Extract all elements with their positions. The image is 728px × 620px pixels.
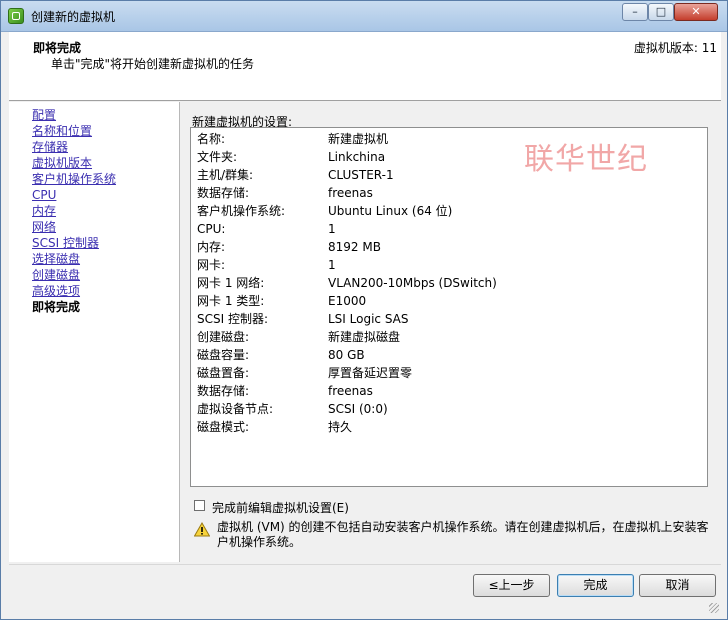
page-title: 即将完成 xyxy=(33,41,82,55)
setting-value: 新建虚拟磁盘 xyxy=(328,330,401,344)
setting-value: 8192 MB xyxy=(328,240,381,254)
setting-key: 数据存储: xyxy=(197,384,250,398)
maximize-button[interactable]: □ xyxy=(648,3,674,21)
wizard-content: 新建虚拟机的设置: 联华世纪 名称: 新建虚拟机 文件夹: Linkchina 主机… xyxy=(180,102,721,562)
nav-step-configuration[interactable]: 配置 xyxy=(32,108,56,122)
nav-step-name-location[interactable]: 名称和位置 xyxy=(32,124,92,138)
cancel-button[interactable]: 取消 xyxy=(639,574,716,597)
resize-grip-icon[interactable] xyxy=(709,603,719,613)
wizard-footer: ≤上一步 完成 取消 xyxy=(9,564,721,615)
setting-value: CLUSTER-1 xyxy=(328,168,394,182)
setting-value: 持久 xyxy=(328,420,353,434)
setting-value: Linkchina xyxy=(328,150,386,164)
setting-key: 磁盘置备: xyxy=(197,366,250,380)
setting-key: 网卡: xyxy=(197,258,226,272)
setting-value: 1 xyxy=(328,222,336,236)
setting-value: freenas xyxy=(328,186,373,200)
setting-key: 数据存储: xyxy=(197,186,250,200)
setting-key: 名称: xyxy=(197,132,226,146)
close-button[interactable]: ✕ xyxy=(674,3,718,21)
setting-value: LSI Logic SAS xyxy=(328,312,409,326)
setting-key: 磁盘模式: xyxy=(197,420,250,434)
finish-button[interactable]: 完成 xyxy=(557,574,634,597)
setting-key: 虚拟设备节点: xyxy=(197,402,274,416)
watermark-text: 联华世纪 xyxy=(524,142,648,177)
nav-step-advanced-options[interactable]: 高级选项 xyxy=(32,284,80,298)
setting-value: VLAN200-10Mbps (DSwitch) xyxy=(328,276,497,290)
setting-key: 网卡 1 网络: xyxy=(197,276,265,290)
nav-step-create-disk[interactable]: 创建磁盘 xyxy=(32,268,80,282)
nav-step-guest-os[interactable]: 客户机操作系统 xyxy=(32,172,116,186)
wizard-window: 创建新的虚拟机 – □ ✕ 即将完成 单击"完成"将开始创建新虚拟机的任务 虚拟… xyxy=(0,0,728,620)
nav-step-ready-to-complete: 即将完成 xyxy=(32,300,81,314)
nav-step-select-disk[interactable]: 选择磁盘 xyxy=(32,252,80,266)
edit-settings-checkbox[interactable] xyxy=(194,500,205,511)
setting-key: 网卡 1 类型: xyxy=(197,294,265,308)
back-button[interactable]: ≤上一步 xyxy=(473,574,550,597)
setting-key: 内存: xyxy=(197,240,226,254)
setting-key: 客户机操作系统: xyxy=(197,204,286,218)
warning-message: 虚拟机 (VM) 的创建不包括自动安装客户机操作系统。请在创建虚拟机后，在虚拟机… xyxy=(217,520,709,549)
nav-step-vm-version[interactable]: 虚拟机版本 xyxy=(32,156,92,170)
setting-key: 主机/群集: xyxy=(197,168,254,182)
setting-value: Ubuntu Linux (64 位) xyxy=(328,204,453,218)
setting-value: 80 GB xyxy=(328,348,365,362)
setting-key: 磁盘容量: xyxy=(197,348,250,362)
window-title: 创建新的虚拟机 xyxy=(31,10,116,24)
setting-key: SCSI 控制器: xyxy=(197,312,269,326)
setting-value: freenas xyxy=(328,384,373,398)
edit-settings-label[interactable]: 完成前编辑虚拟机设置(E) xyxy=(212,499,349,516)
setting-value: 1 xyxy=(328,258,336,272)
nav-step-network[interactable]: 网络 xyxy=(32,220,56,234)
title-bar[interactable]: 创建新的虚拟机 – □ ✕ xyxy=(1,1,727,32)
setting-value: 新建虚拟机 xyxy=(328,132,389,146)
nav-step-scsi-controller[interactable]: SCSI 控制器 xyxy=(32,236,99,250)
setting-key: 创建磁盘: xyxy=(197,330,250,344)
nav-step-cpu[interactable]: CPU xyxy=(32,188,56,202)
settings-summary-panel: 联华世纪 名称: 新建虚拟机 文件夹: Linkchina 主机/群集: CLUSTE… xyxy=(190,127,708,487)
page-subtitle: 单击"完成"将开始创建新虚拟机的任务 xyxy=(51,57,255,71)
setting-value: 厚置备延迟置零 xyxy=(328,366,413,380)
wizard-header: 即将完成 单击"完成"将开始创建新虚拟机的任务 虚拟机版本: 11 xyxy=(9,32,721,101)
vm-version-label: 虚拟机版本: 11 xyxy=(633,41,717,55)
minimize-button[interactable]: – xyxy=(622,3,648,21)
vsphere-app-icon xyxy=(8,8,24,24)
nav-step-memory[interactable]: 内存 xyxy=(32,204,56,218)
wizard-steps-nav: 配置 名称和位置 存储器 虚拟机版本 客户机操作系统 CPU 内存 网络 SCS… xyxy=(9,102,180,562)
nav-step-storage[interactable]: 存储器 xyxy=(32,140,68,154)
setting-value: E1000 xyxy=(328,294,367,308)
setting-key: CPU: xyxy=(197,222,226,236)
warning-icon xyxy=(194,522,210,537)
setting-key: 文件夹: xyxy=(197,150,238,164)
setting-value: SCSI (0:0) xyxy=(328,402,388,416)
